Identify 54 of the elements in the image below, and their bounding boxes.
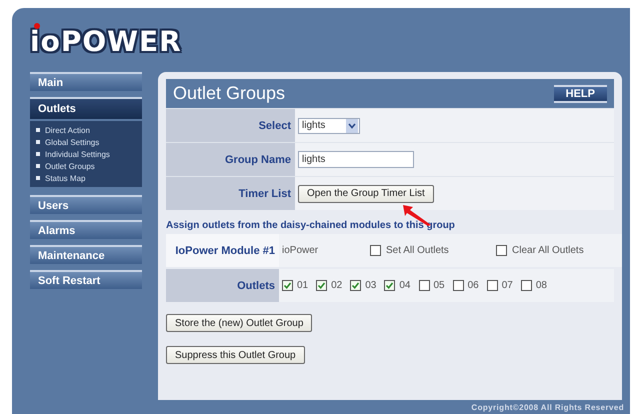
help-button[interactable]: HELP <box>554 84 607 102</box>
copyright-text: Copyright©2008 All Rights Reserved <box>471 402 624 412</box>
checkbox[interactable] <box>486 280 498 291</box>
section-heading: Assign outlets from the daisy-chained modules to this group <box>166 220 456 231</box>
checkbox-label: 02 <box>331 280 342 291</box>
checkbox[interactable] <box>282 280 293 291</box>
bullet-icon <box>36 140 40 144</box>
checkbox-label: 03 <box>365 280 376 291</box>
chevron-down-icon <box>346 118 358 132</box>
checkbox[interactable] <box>496 245 507 256</box>
menu-item[interactable]: Users <box>30 195 142 214</box>
checkbox[interactable] <box>316 280 328 291</box>
module-label: IoPower Module #1 <box>175 244 275 256</box>
checkbox[interactable] <box>452 280 464 291</box>
submenu-link[interactable]: Status Map <box>45 174 86 182</box>
bullet-icon <box>36 128 40 132</box>
menu-item[interactable]: Alarms <box>30 220 142 239</box>
checkbox[interactable] <box>350 280 362 291</box>
checkbox-label: 07 <box>502 280 513 291</box>
checkbox-label: 04 <box>399 280 410 291</box>
checkbox[interactable] <box>370 245 381 256</box>
menu-item[interactable]: Soft Restart <box>30 270 142 289</box>
checkbox-label: 06 <box>468 280 479 291</box>
checkbox-label: 05 <box>434 280 445 291</box>
menu-item[interactable]: Main <box>30 72 142 91</box>
checkbox[interactable] <box>520 280 532 291</box>
module-name: ioPower <box>282 245 320 256</box>
action-button[interactable]: Store the (new) Outlet Group <box>166 314 312 332</box>
select-dropdown[interactable]: lights <box>298 118 360 134</box>
menu-item[interactable]: Maintenance <box>30 245 142 264</box>
logo-dot-icon <box>34 23 40 29</box>
checkbox-label: 01 <box>297 280 308 291</box>
open-list-button[interactable]: Open the Group Timer List <box>298 184 434 202</box>
submenu-link[interactable]: Global Settings <box>45 138 100 146</box>
checkbox[interactable] <box>384 280 396 291</box>
submenu-link[interactable]: Outlet Groups <box>45 162 95 170</box>
menu-item[interactable]: Outlets <box>30 97 142 119</box>
field-label: Group Name <box>224 154 291 166</box>
field-label: Timer List <box>238 188 291 200</box>
bullet-icon <box>36 164 40 168</box>
logo: ioPOWER <box>30 26 182 58</box>
bullet-icon <box>36 176 40 180</box>
panel-title: Outlet Groups <box>173 83 286 104</box>
checkbox-label: Set All Outlets <box>386 245 449 256</box>
action-button[interactable]: Suppress this Outlet Group <box>166 346 305 364</box>
bullet-icon <box>36 152 40 156</box>
submenu-link[interactable]: Direct Action <box>45 126 90 134</box>
checkbox-label: 08 <box>536 280 547 291</box>
outlets-label: Outlets <box>237 280 275 292</box>
input-field[interactable]: lights <box>298 151 414 168</box>
submenu-link[interactable]: Individual Settings <box>45 150 110 158</box>
field-label: Select <box>258 120 291 132</box>
checkbox-label: Clear All Outlets <box>512 245 584 256</box>
checkbox[interactable] <box>418 280 430 291</box>
